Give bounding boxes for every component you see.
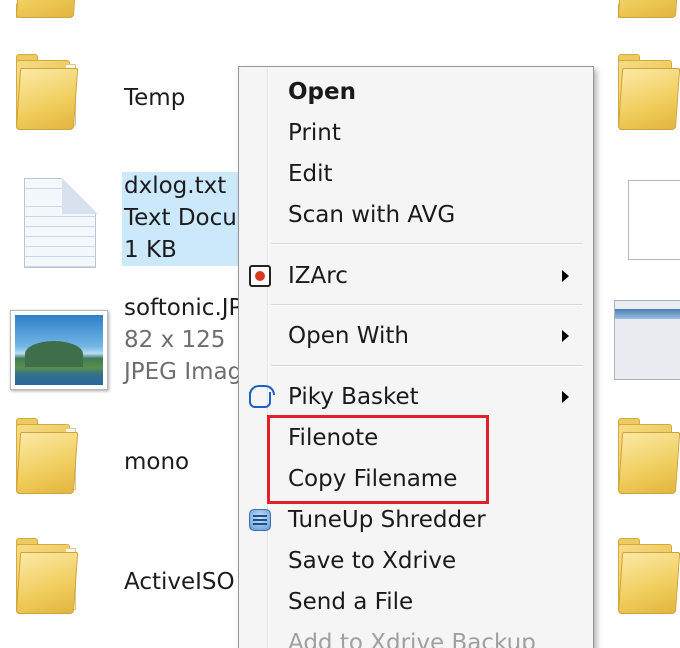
file-name-softonic[interactable]: softonic.JP xyxy=(124,292,242,324)
menu-item-tuneup-shredder[interactable]: TuneUp Shredder xyxy=(241,501,591,539)
menu-item-label: Scan with AVG xyxy=(288,202,456,228)
document-icon[interactable] xyxy=(628,180,680,260)
menu-item-label: TuneUp Shredder xyxy=(288,507,486,533)
menu-item-scan-with-avg[interactable]: Scan with AVG xyxy=(241,196,591,234)
folder-icon[interactable] xyxy=(15,538,79,616)
folder-icon[interactable] xyxy=(15,418,79,496)
file-name-temp[interactable]: Temp xyxy=(124,82,185,114)
annotation-highlight-box xyxy=(267,415,489,504)
text-document-icon[interactable] xyxy=(24,178,98,270)
folder-icon[interactable] xyxy=(15,54,79,132)
tuneup-shredder-icon xyxy=(249,509,271,531)
menu-item-label: Save to Xdrive xyxy=(288,548,457,574)
file-name-mono[interactable]: mono xyxy=(124,446,189,478)
image-thumbnail-icon[interactable] xyxy=(614,300,680,380)
menu-separator xyxy=(271,243,583,245)
menu-item-open[interactable]: Open xyxy=(241,73,591,111)
folder-icon[interactable] xyxy=(617,418,680,496)
menu-separator xyxy=(271,304,583,306)
menu-item-save-to-xdrive[interactable]: Save to Xdrive xyxy=(241,542,591,580)
menu-item-print[interactable]: Print xyxy=(241,114,591,152)
file-size-label: 1 KB xyxy=(124,237,177,263)
menu-item-label: IZArc xyxy=(288,263,348,289)
menu-item-send-a-file[interactable]: Send a File xyxy=(241,583,591,621)
folder-icon[interactable] xyxy=(617,54,680,132)
folder-icon[interactable] xyxy=(16,0,78,18)
context-menu: Open Print Edit Scan with AVG IZArc Open… xyxy=(238,66,594,648)
basket-icon xyxy=(249,385,275,408)
image-thumbnail-icon[interactable] xyxy=(10,310,108,390)
submenu-arrow-icon xyxy=(562,391,569,403)
menu-item-add-to-xdrive-backup: Add to Xdrive Backup xyxy=(241,624,591,648)
menu-item-label: Add to Xdrive Backup xyxy=(288,630,536,648)
menu-item-label: Open With xyxy=(288,323,409,349)
menu-item-label: Send a File xyxy=(288,589,414,615)
izarc-icon xyxy=(249,265,271,287)
menu-item-piky-basket[interactable]: Piky Basket xyxy=(241,378,591,416)
menu-item-edit[interactable]: Edit xyxy=(241,155,591,193)
file-type-label: Text Docu xyxy=(124,205,237,231)
file-type-label: JPEG Imag xyxy=(124,359,243,385)
menu-item-label: Edit xyxy=(288,161,333,187)
image-dimensions-label: 82 x 125 xyxy=(124,327,226,353)
submenu-arrow-icon xyxy=(562,270,569,282)
menu-item-label: Piky Basket xyxy=(288,384,419,410)
file-name-dxlog[interactable]: dxlog.txt xyxy=(124,170,226,202)
menu-item-open-with[interactable]: Open With xyxy=(241,317,591,355)
menu-item-label: Open xyxy=(288,79,356,105)
folder-icon[interactable] xyxy=(617,538,680,616)
menu-item-label: Print xyxy=(288,120,341,146)
menu-item-izarc[interactable]: IZArc xyxy=(241,257,591,295)
menu-separator xyxy=(271,365,583,367)
folder-icon[interactable] xyxy=(618,0,680,18)
file-name-activeiso[interactable]: ActiveISO xyxy=(124,566,235,598)
submenu-arrow-icon xyxy=(562,330,569,342)
